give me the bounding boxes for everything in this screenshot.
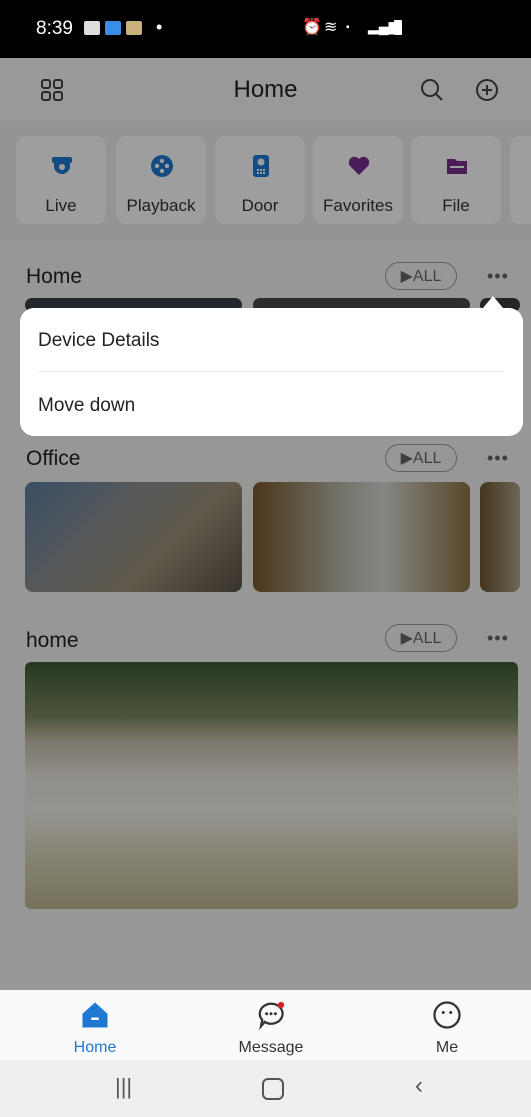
menu-item-move-down[interactable]: Move down (38, 395, 135, 417)
status-time: 8:39 (36, 18, 73, 39)
popup-pointer (483, 296, 503, 308)
status-bar: 8:39 • ⏰ ≋ ▪ ▂▄▆ (0, 0, 531, 58)
dot-icon: • (156, 17, 163, 37)
menu-divider (38, 371, 505, 372)
gallery-notification-icon (84, 21, 100, 35)
app-notification-icon-2 (126, 21, 142, 35)
bottom-tab-bar: Home Message Me (0, 990, 531, 1060)
menu-item-device-details[interactable]: Device Details (38, 330, 159, 352)
tab-label: Home (73, 1039, 117, 1056)
tab-label: Message (238, 1039, 304, 1056)
tab-label: Me (435, 1039, 459, 1056)
wifi-icon: ≋ (324, 19, 338, 36)
home-icon (82, 1002, 108, 1028)
back-nav-icon[interactable]: ‹ (415, 1072, 423, 1100)
recent-apps-icon[interactable]: ||| (115, 1074, 132, 1100)
modal-backdrop[interactable] (0, 58, 531, 1060)
battery-icon (394, 20, 402, 35)
alarm-icon: ⏰ (302, 19, 322, 36)
system-navigation-bar: ||| ‹ (0, 1060, 531, 1117)
group-options-menu: Device Details Move down (20, 308, 523, 436)
app-notification-icon (105, 21, 121, 35)
profile-smile-icon (433, 1001, 461, 1029)
message-icon (258, 1001, 285, 1030)
lte-icon: ▪ (346, 22, 350, 33)
home-nav-icon[interactable] (262, 1078, 284, 1100)
